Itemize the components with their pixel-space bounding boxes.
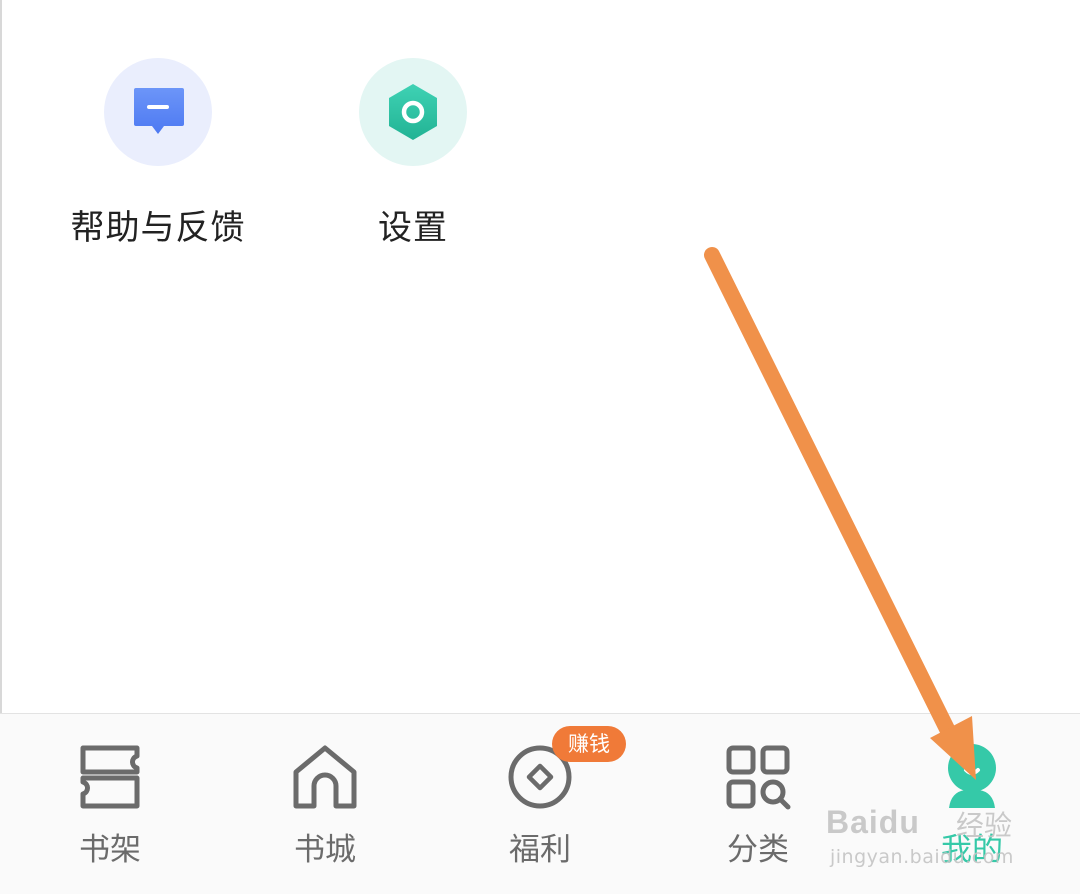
tab-bookshelf-label: 书架 [79, 832, 141, 868]
tab-category-label: 分类 [727, 832, 789, 868]
tab-me-label: 我的 [941, 832, 1003, 868]
bookshelf-icon [80, 745, 140, 809]
earn-money-badge: 赚钱 [552, 726, 626, 762]
settings-button[interactable]: 设置 [313, 58, 513, 249]
profile-icon [948, 744, 996, 808]
tab-bookstore-label: 书城 [294, 832, 356, 868]
help-feedback-button[interactable]: 帮助与反馈 [58, 58, 258, 249]
help-feedback-icon-bg [104, 58, 212, 166]
tab-me[interactable]: 我的 [902, 714, 1042, 894]
settings-hexagon-icon [389, 84, 437, 140]
feedback-message-icon [134, 88, 184, 134]
settings-icon-bg [359, 58, 467, 166]
category-grid-icon [726, 745, 791, 810]
bottom-tab-bar: 书架 书城 福利 分类 我的 [0, 713, 1080, 894]
tab-bookshelf[interactable]: 书架 [40, 714, 180, 894]
settings-label: 设置 [378, 208, 448, 248]
tab-bookstore[interactable]: 书城 [255, 714, 395, 894]
home-store-icon [293, 745, 357, 809]
tab-welfare-label: 福利 [509, 832, 571, 868]
left-edge-divider [0, 0, 2, 713]
help-feedback-label: 帮助与反馈 [70, 208, 246, 248]
tab-category[interactable]: 分类 [688, 714, 828, 894]
